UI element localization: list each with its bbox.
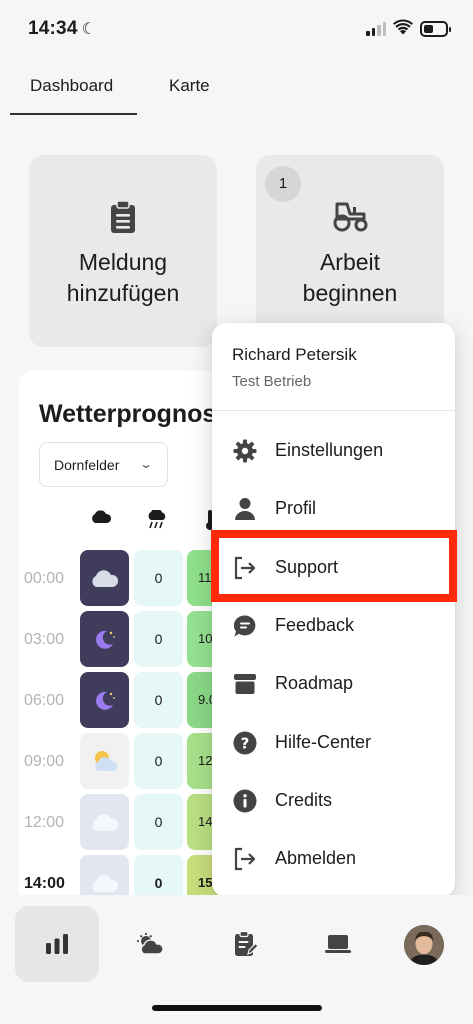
menu-item-label: Credits: [275, 790, 333, 810]
forecast-time: 00:00: [24, 570, 65, 587]
weather-title: Wetterprognose: [39, 400, 231, 428]
status-bar: 14:34 ☾: [0, 0, 473, 60]
menu-item-label: Roadmap: [275, 673, 354, 693]
rain-amount: 0: [134, 672, 183, 728]
menu-item-label: Feedback: [275, 615, 355, 635]
support-highlight-box: [211, 530, 457, 602]
user-name: Richard Petersik: [232, 345, 357, 364]
menu-item-feedback[interactable]: Feedback: [212, 600, 455, 650]
battery-icon: [420, 21, 451, 37]
menu-item-credits[interactable]: Credits: [212, 775, 455, 825]
cloud-sun-icon: [137, 933, 164, 955]
home-indicator: [152, 1005, 322, 1011]
laptop-icon: [325, 935, 351, 953]
menu-item-einstellungen[interactable]: Einstellungen: [212, 425, 455, 475]
company-name: Test Betrieb: [232, 373, 312, 390]
wifi-icon: [393, 19, 413, 35]
cellular-signal-icon: [366, 22, 386, 36]
menu-item-abmelden[interactable]: Abmelden: [212, 833, 455, 883]
forecast-time: 09:00: [24, 753, 65, 770]
tab-bar: Dashboard Karte: [0, 60, 473, 116]
partly-sunny-icon: [80, 733, 129, 789]
rain-amount: 0: [134, 733, 183, 789]
sign-out-icon: [232, 846, 258, 872]
forecast-time-current: 14:00: [24, 875, 65, 892]
menu-item-label: Hilfe-Center: [275, 732, 372, 752]
clear-night-icon: [80, 672, 129, 728]
chat-bubble-icon: [232, 613, 258, 639]
tab-karte[interactable]: Karte: [169, 76, 210, 96]
nav-weather[interactable]: [108, 906, 192, 982]
cloudy-night-icon: [80, 550, 129, 606]
add-report-card[interactable]: Meldung hinzufügen: [29, 155, 217, 347]
gear-icon: [232, 438, 258, 464]
menu-item-label: Abmelden: [275, 848, 357, 868]
menu-item-label: Einstellungen: [275, 440, 384, 460]
rain-amount: 0: [134, 611, 183, 667]
menu-item-label: Profil: [275, 498, 317, 518]
rain-amount: 0: [134, 794, 183, 850]
person-icon: [232, 496, 258, 522]
cloud-icon: [92, 510, 112, 523]
menu-item-profil[interactable]: Profil: [212, 483, 455, 533]
clipboard-icon: [29, 200, 217, 234]
archive-box-icon: [232, 671, 258, 697]
nav-dashboard[interactable]: [15, 906, 99, 982]
nav-notes[interactable]: [204, 906, 288, 982]
forecast-time: 03:00: [24, 631, 65, 648]
menu-item-hilfe-center[interactable]: ? Hilfe-Center: [212, 717, 455, 767]
svg-text:?: ?: [241, 735, 250, 753]
work-count-badge: 1: [265, 166, 301, 202]
info-circle-icon: [232, 788, 258, 814]
menu-divider: [212, 410, 455, 411]
status-time: 14:34 ☾: [28, 18, 96, 40]
start-work-label: Arbeit beginnen: [302, 249, 398, 306]
profile-menu: Richard Petersik Test Betrieb Einstellun…: [212, 323, 455, 897]
clear-night-icon: [80, 611, 129, 667]
forecast-time: 06:00: [24, 692, 65, 709]
chevron-down-icon: ⌄: [138, 457, 154, 471]
clipboard-edit-icon: [235, 931, 258, 956]
location-select[interactable]: Dornfelder ⌄: [39, 442, 168, 487]
menu-item-roadmap[interactable]: Roadmap: [212, 658, 455, 708]
avatar[interactable]: [404, 925, 444, 965]
forecast-time: 12:00: [24, 814, 65, 831]
start-work-card[interactable]: 1 Arbeit beginnen: [256, 155, 444, 347]
nav-computer[interactable]: [296, 906, 380, 982]
active-tab-indicator: [10, 113, 137, 115]
cloudy-icon: [80, 794, 129, 850]
add-report-label: Meldung hinzufügen: [66, 249, 180, 306]
question-circle-icon: ?: [232, 730, 258, 756]
tractor-icon: [256, 200, 444, 232]
tab-dashboard[interactable]: Dashboard: [30, 76, 113, 96]
moon-icon: ☾: [81, 21, 97, 38]
rain-icon: [148, 510, 166, 529]
location-select-value: Dornfelder: [54, 457, 120, 473]
rain-amount: 0: [134, 550, 183, 606]
clock-text: 14:34: [28, 18, 78, 39]
bar-chart-icon: [46, 934, 68, 954]
